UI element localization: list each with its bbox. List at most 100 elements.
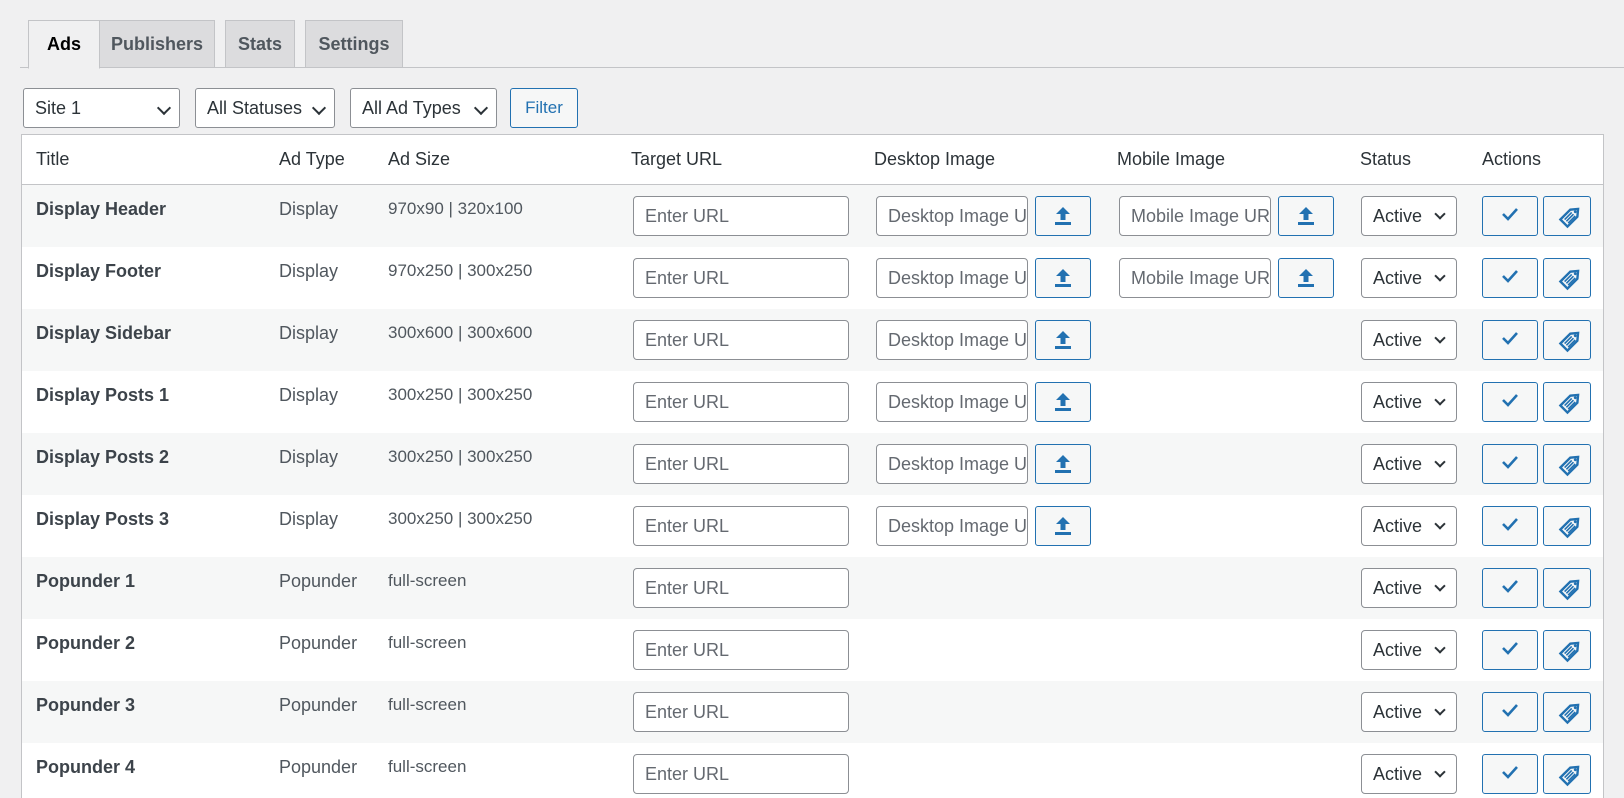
tag-button[interactable] bbox=[1543, 568, 1591, 608]
chevron-down-icon bbox=[1434, 270, 1446, 282]
desktop-image-input[interactable]: Desktop Image URL bbox=[876, 320, 1028, 360]
target-url-input[interactable]: Enter URL bbox=[633, 258, 849, 298]
site-select-value: Site 1 bbox=[35, 98, 82, 118]
ad-type: Display bbox=[279, 447, 339, 467]
tag-button[interactable] bbox=[1543, 382, 1591, 422]
target-url-placeholder: Enter URL bbox=[645, 702, 730, 722]
tag-button[interactable] bbox=[1543, 692, 1591, 732]
target-url-input[interactable]: Enter URL bbox=[633, 382, 849, 422]
ad-size: full-screen bbox=[388, 695, 467, 714]
status-select[interactable]: Active bbox=[1361, 630, 1457, 670]
filter-button[interactable]: Filter bbox=[510, 88, 578, 128]
tag-button[interactable] bbox=[1543, 258, 1591, 298]
desktop-upload-button[interactable] bbox=[1035, 196, 1091, 236]
target-url-placeholder: Enter URL bbox=[645, 206, 730, 226]
status-select[interactable]: Active bbox=[1361, 382, 1457, 422]
ad-size: 300x250 | 300x250 bbox=[388, 447, 533, 466]
chevron-down-icon bbox=[1434, 704, 1446, 716]
save-button[interactable] bbox=[1482, 382, 1538, 422]
desktop-upload-button[interactable] bbox=[1035, 320, 1091, 360]
target-url-input[interactable]: Enter URL bbox=[633, 568, 849, 608]
save-button[interactable] bbox=[1482, 258, 1538, 298]
desktop-image-input[interactable]: Desktop Image URL bbox=[876, 258, 1028, 298]
desktop-image-input[interactable]: Desktop Image URL bbox=[876, 506, 1028, 546]
column-header-target-url: Target URL bbox=[631, 149, 723, 169]
tag-button[interactable] bbox=[1543, 630, 1591, 670]
tag-button[interactable] bbox=[1543, 196, 1591, 236]
ad-title: Display Header bbox=[36, 199, 167, 219]
table-row: Popunder 4 Popunder full-screen Enter URL Ac… bbox=[22, 743, 1603, 798]
mobile-upload-button[interactable] bbox=[1278, 258, 1334, 298]
chevron-down-icon bbox=[1434, 580, 1446, 592]
target-url-input[interactable]: Enter URL bbox=[633, 444, 849, 484]
desktop-image-input[interactable]: Desktop Image URL bbox=[876, 382, 1028, 422]
ad-type: Popunder bbox=[279, 757, 358, 777]
column-header-status: Status bbox=[1360, 149, 1412, 169]
save-button[interactable] bbox=[1482, 630, 1538, 670]
status-filter-select[interactable]: All Statuses bbox=[195, 88, 335, 128]
status-select[interactable]: Active bbox=[1361, 506, 1457, 546]
tab-stats[interactable]: Stats bbox=[225, 20, 295, 68]
column-header-ad-size: Ad Size bbox=[388, 149, 451, 169]
ad-title: Popunder 1 bbox=[36, 571, 136, 591]
save-button[interactable] bbox=[1482, 506, 1538, 546]
tag-button[interactable] bbox=[1543, 320, 1591, 360]
status-select[interactable]: Active bbox=[1361, 754, 1457, 794]
ad-type: Display bbox=[279, 385, 339, 405]
save-button[interactable] bbox=[1482, 692, 1538, 732]
desktop-upload-button[interactable] bbox=[1035, 506, 1091, 546]
desktop-image-placeholder: Desktop Image URL bbox=[888, 392, 1028, 412]
mobile-upload-button[interactable] bbox=[1278, 196, 1334, 236]
desktop-image-input[interactable]: Desktop Image URL bbox=[876, 196, 1028, 236]
save-button[interactable] bbox=[1482, 754, 1538, 794]
ad-title: Display Posts 3 bbox=[36, 509, 170, 529]
chevron-down-icon bbox=[156, 100, 172, 116]
target-url-placeholder: Enter URL bbox=[645, 392, 730, 412]
table-row: Popunder 3 Popunder full-screen Enter URL Ac… bbox=[22, 681, 1603, 743]
target-url-input[interactable]: Enter URL bbox=[633, 196, 849, 236]
status-select[interactable]: Active bbox=[1361, 444, 1457, 484]
site-select[interactable]: Site 1 bbox=[23, 88, 180, 128]
tab-publishers[interactable]: Publishers bbox=[99, 20, 215, 68]
target-url-input[interactable]: Enter URL bbox=[633, 320, 849, 360]
tab-settings[interactable]: Settings bbox=[305, 20, 403, 68]
status-select[interactable]: Active bbox=[1361, 568, 1457, 608]
status-select[interactable]: Active bbox=[1361, 258, 1457, 298]
table-header: Title Ad Type Ad Size Target URL Desktop… bbox=[22, 135, 1603, 185]
save-button[interactable] bbox=[1482, 196, 1538, 236]
tag-button[interactable] bbox=[1543, 444, 1591, 484]
ad-type: Display bbox=[279, 199, 339, 219]
mobile-image-placeholder: Mobile Image URL bbox=[1131, 206, 1271, 226]
desktop-upload-button[interactable] bbox=[1035, 444, 1091, 484]
save-button[interactable] bbox=[1482, 568, 1538, 608]
tab-ads[interactable]: Ads bbox=[28, 20, 100, 69]
desktop-upload-button[interactable] bbox=[1035, 382, 1091, 422]
ad-title: Display Sidebar bbox=[36, 323, 172, 343]
ad-type-filter-value: All Ad Types bbox=[362, 98, 461, 118]
tag-button[interactable] bbox=[1543, 754, 1591, 794]
table-row: Display Posts 3 Display 300x250 | 300x250 E… bbox=[22, 495, 1603, 557]
ad-type-filter-select[interactable]: All Ad Types bbox=[350, 88, 497, 128]
status-select-value: Active bbox=[1373, 330, 1423, 350]
target-url-input[interactable]: Enter URL bbox=[633, 754, 849, 794]
desktop-image-input[interactable]: Desktop Image URL bbox=[876, 444, 1028, 484]
target-url-input[interactable]: Enter URL bbox=[633, 506, 849, 546]
ad-size: 300x250 | 300x250 bbox=[388, 509, 533, 528]
status-select[interactable]: Active bbox=[1361, 692, 1457, 732]
mobile-image-input[interactable]: Mobile Image URL bbox=[1119, 258, 1271, 298]
tag-button[interactable] bbox=[1543, 506, 1591, 546]
status-select-value: Active bbox=[1373, 764, 1423, 784]
save-button[interactable] bbox=[1482, 320, 1538, 360]
save-button[interactable] bbox=[1482, 444, 1538, 484]
desktop-upload-button[interactable] bbox=[1035, 258, 1091, 298]
target-url-input[interactable]: Enter URL bbox=[633, 692, 849, 732]
ad-size: 970x250 | 300x250 bbox=[388, 261, 533, 280]
status-select[interactable]: Active bbox=[1361, 320, 1457, 360]
target-url-input[interactable]: Enter URL bbox=[633, 630, 849, 670]
status-select[interactable]: Active bbox=[1361, 196, 1457, 236]
ad-type: Popunder bbox=[279, 633, 358, 653]
ad-type: Display bbox=[279, 261, 339, 281]
ad-title: Popunder 4 bbox=[36, 757, 136, 777]
mobile-image-input[interactable]: Mobile Image URL bbox=[1119, 196, 1271, 236]
status-select-value: Active bbox=[1373, 578, 1423, 598]
